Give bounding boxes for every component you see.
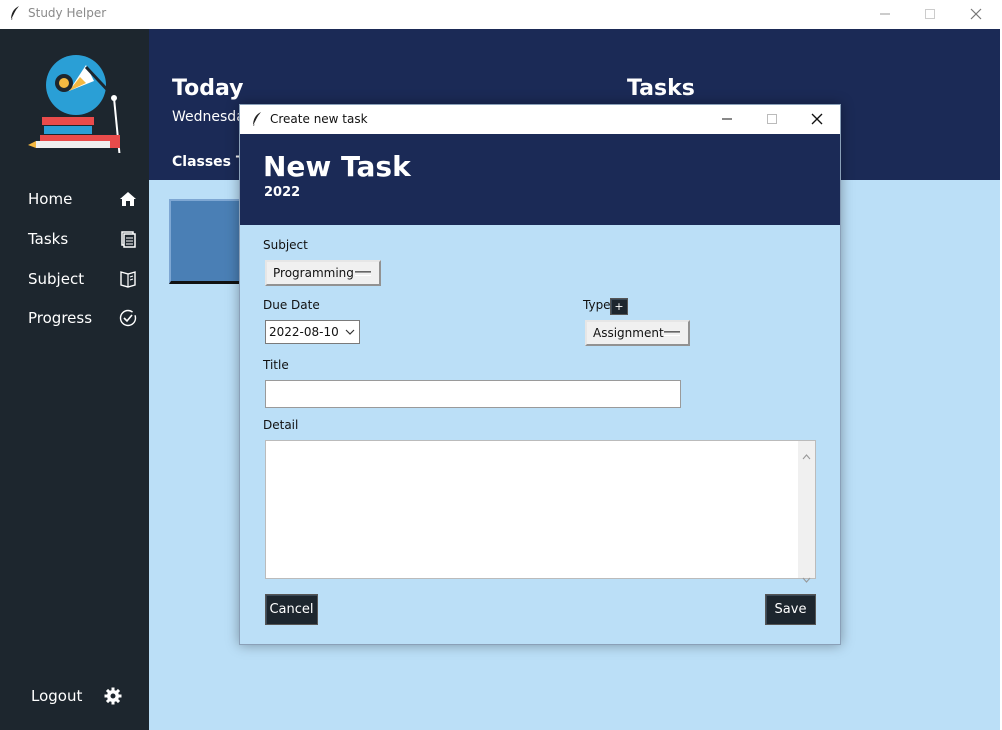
sidebar-item-home[interactable]: Home [28,186,138,212]
close-icon [811,110,823,129]
sidebar-item-label: Progress [28,309,93,327]
scroll-up-icon[interactable] [802,445,811,464]
dialog-header: New Task 2022 [240,134,840,225]
due-date-label: Due Date [263,298,320,312]
dialog-title: Create new task [270,112,368,126]
logout-button[interactable]: Logout [31,683,123,709]
due-date-picker[interactable]: 2022-08-10 [265,320,360,344]
create-task-dialog: Create new task New Task 2022 Subject Pr… [239,104,841,645]
save-button[interactable]: Save [765,594,816,625]
feather-icon [9,5,21,25]
close-button[interactable] [953,0,999,29]
book-icon [118,269,138,289]
dialog-minimize-button[interactable] [704,105,750,134]
sidebar-item-label: Subject [28,270,85,288]
dialog-titlebar: Create new task [240,105,840,134]
scroll-down-icon[interactable] [802,568,811,587]
dialog-close-button[interactable] [794,105,840,134]
window-title: Study Helper [28,6,107,20]
chevron-down-icon[interactable] [345,325,355,339]
due-date-value: 2022-08-10 [269,325,339,339]
tasks-icon [118,229,138,249]
logout-label: Logout [31,687,83,705]
sidebar-item-tasks[interactable]: Tasks [28,226,138,252]
dropdown-indicator-icon [664,330,680,336]
subject-label: Subject [263,238,308,252]
check-circle-icon [118,308,138,328]
dialog-heading: New Task [263,150,411,183]
detail-textarea[interactable] [265,440,816,579]
sidebar-item-subject[interactable]: Subject [28,266,138,292]
minimize-icon [721,110,733,129]
sidebar-item-label: Home [28,190,73,208]
gear-icon[interactable] [103,686,123,706]
detail-label: Detail [263,418,299,432]
cancel-button[interactable]: Cancel [265,594,318,625]
title-input[interactable] [265,380,681,408]
type-dropdown[interactable]: Assignment [585,320,690,346]
window-titlebar: Study Helper [0,0,1002,29]
minimize-icon [879,5,891,24]
sidebar-item-progress[interactable]: Progress [28,305,138,331]
class-card[interactable] [169,199,249,284]
home-icon [118,189,138,209]
type-label: Type [583,298,611,312]
title-label: Title [263,358,289,372]
subject-value: Programming [273,266,354,280]
subject-dropdown[interactable]: Programming [265,260,381,286]
add-type-button[interactable]: + [610,298,628,315]
maximize-icon [924,5,936,24]
tasks-title: Tasks [627,76,695,101]
date-text: Wednesda [172,109,245,125]
minimize-button[interactable] [862,0,908,29]
sidebar: Home Tasks Subject Progress Logout [0,29,149,730]
close-icon [970,5,982,24]
sidebar-item-label: Tasks [28,230,69,248]
maximize-icon [766,110,778,129]
dropdown-indicator-icon [355,270,371,276]
today-title: Today [172,76,244,101]
detail-scrollbar[interactable] [798,441,815,583]
dialog-maximize-button[interactable] [749,105,795,134]
maximize-button[interactable] [907,0,953,29]
dialog-year: 2022 [264,185,301,200]
type-value: Assignment [593,326,664,340]
app-logo [24,53,124,160]
feather-icon [251,111,263,131]
